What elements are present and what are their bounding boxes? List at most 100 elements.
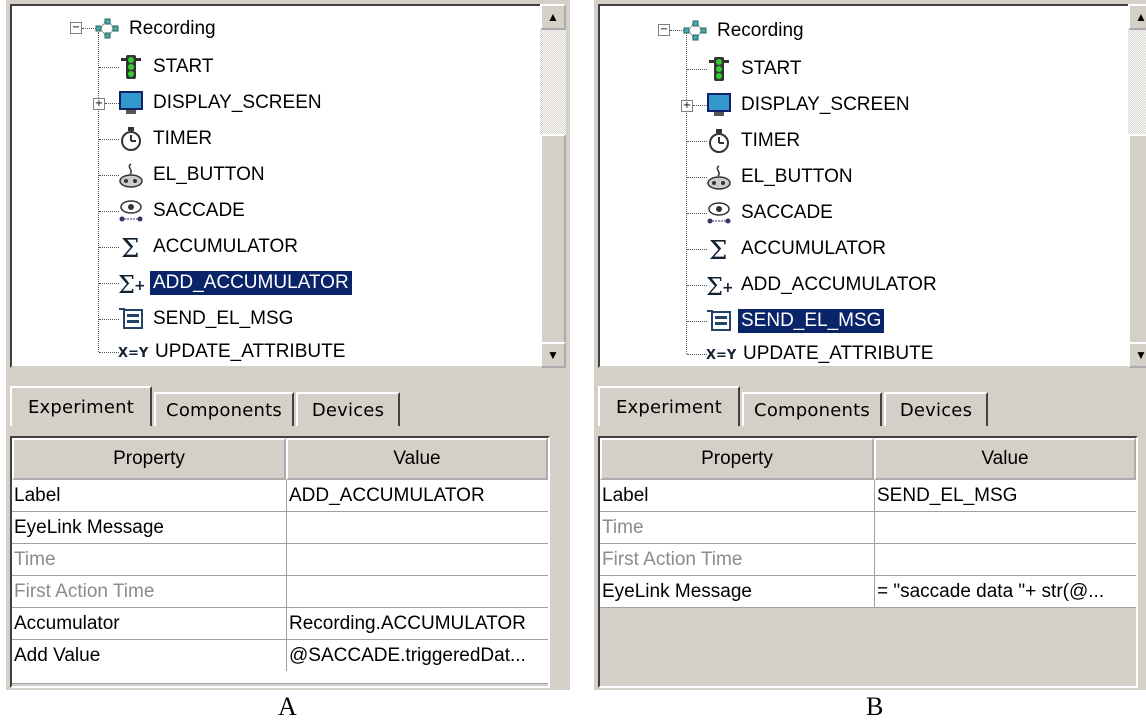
property-name: EyeLink Message [14, 517, 164, 538]
tab-components[interactable]: Components [154, 392, 294, 426]
tree-node-add-accumulator[interactable]: Σ+ ADD_ACCUMULATOR [118, 268, 353, 299]
property-value[interactable] [286, 544, 548, 575]
tab-devices[interactable]: Devices [296, 392, 400, 426]
tree-node-el-button[interactable]: EL_BUTTON [118, 160, 268, 190]
tab-experiment[interactable]: Experiment [10, 386, 152, 426]
property-row[interactable]: First Action Time [600, 544, 1136, 576]
tree-node-update-attribute[interactable]: X=Y UPDATE_ATTRIBUTE [706, 339, 936, 366]
tree-node-label: ACCUMULATOR [741, 238, 886, 259]
property-row[interactable]: Time [600, 512, 1136, 544]
caption-a: A [278, 692, 297, 721]
scroll-down-button[interactable]: ▼ [540, 342, 566, 368]
property-value[interactable] [286, 512, 548, 543]
sigma-plus-icon: Σ+ [118, 270, 146, 299]
scroll-thumb[interactable] [540, 134, 566, 344]
tree-node-label: Recording [717, 20, 804, 41]
tree-connector [687, 321, 707, 322]
property-value[interactable] [874, 544, 1136, 575]
property-row[interactable]: EyeLink Message [12, 512, 548, 544]
property-row[interactable]: Add Value @SACCADE.triggeredDat... [12, 640, 548, 684]
tree-connector [687, 285, 707, 286]
property-name: Label [14, 485, 61, 506]
tab-devices[interactable]: Devices [884, 392, 988, 426]
scroll-up-button[interactable]: ▲ [1128, 4, 1146, 30]
tree-node-label: START [153, 56, 214, 77]
property-name: First Action Time [602, 549, 743, 570]
property-name: Time [602, 517, 644, 538]
column-header-value[interactable]: Value [874, 438, 1136, 480]
tree-node-timer[interactable]: TIMER [118, 124, 215, 154]
column-header-value[interactable]: Value [286, 438, 548, 480]
scroll-up-button[interactable]: ▲ [540, 4, 566, 30]
saccade-icon [706, 200, 732, 226]
send-message-icon [706, 308, 732, 334]
tree-node-label: SACCADE [741, 202, 833, 223]
tree-node-saccade[interactable]: SACCADE [706, 198, 836, 228]
property-name: First Action Time [14, 581, 155, 602]
property-row[interactable]: First Action Time [12, 576, 548, 608]
tree-scrollbar[interactable]: ▲ ▼ [540, 4, 566, 368]
panel-a: − Recording START + DISPLAY_SCREEN TIMER [6, 0, 570, 690]
tree-connector [687, 354, 707, 355]
collapse-toggle[interactable]: − [70, 22, 82, 34]
tree-node-send-el-msg[interactable]: SEND_EL_MSG [118, 304, 296, 334]
tree-node-accumulator[interactable]: Σ ACCUMULATOR [118, 232, 301, 264]
el-button-icon [706, 164, 732, 190]
experiment-tree[interactable]: − Recording START + DISPLAY_SCREEN TIMER [10, 4, 542, 368]
tree-node-label: DISPLAY_SCREEN [741, 94, 910, 115]
tab-components[interactable]: Components [742, 392, 882, 426]
tab-experiment[interactable]: Experiment [598, 386, 740, 426]
sigma-icon: Σ [118, 234, 144, 264]
property-value[interactable]: @SACCADE.triggeredDat... [286, 640, 548, 671]
property-row[interactable]: Label ADD_ACCUMULATOR [12, 480, 548, 512]
tree-node-recording[interactable]: Recording [682, 16, 807, 46]
experiment-tree[interactable]: − Recording START + DISPLAY_SCREEN TIMER [598, 4, 1130, 368]
property-row[interactable]: EyeLink Message = "saccade data "+ str(@… [600, 576, 1136, 608]
property-row[interactable]: Label SEND_EL_MSG [600, 480, 1136, 512]
tree-scrollbar[interactable]: ▲ ▼ [1128, 4, 1146, 368]
property-name: Time [14, 549, 56, 570]
property-value[interactable]: = "saccade data "+ str(@... [874, 576, 1136, 607]
svg-text:Σ: Σ [709, 236, 727, 262]
property-value[interactable]: Recording.ACCUMULATOR [286, 608, 548, 639]
svg-text:X=Y: X=Y [118, 346, 149, 361]
property-name: Accumulator [14, 613, 120, 634]
tree-connector [99, 139, 119, 140]
tree-node-add-accumulator[interactable]: Σ+ ADD_ACCUMULATOR [706, 270, 940, 301]
scroll-down-button[interactable]: ▼ [1128, 342, 1146, 368]
collapse-toggle[interactable]: − [658, 24, 670, 36]
tree-node-label: SEND_EL_MSG [736, 308, 886, 334]
tree-node-accumulator[interactable]: Σ ACCUMULATOR [706, 234, 889, 266]
property-value[interactable]: ADD_ACCUMULATOR [286, 480, 548, 511]
expand-toggle[interactable]: + [93, 98, 105, 110]
property-row[interactable]: Time [12, 544, 548, 576]
tree-node-send-el-msg[interactable]: SEND_EL_MSG [706, 306, 886, 336]
tree-node-label: ADD_ACCUMULATOR [741, 274, 937, 295]
tree-node-el-button[interactable]: EL_BUTTON [706, 162, 856, 192]
timer-icon [706, 128, 732, 154]
scroll-thumb[interactable] [1128, 134, 1146, 344]
svg-text:+: + [134, 278, 144, 294]
svg-text:Σ: Σ [118, 271, 135, 296]
property-value[interactable] [286, 576, 548, 607]
property-grid: Property Value Label ADD_ACCUMULATOR Eye… [10, 436, 550, 688]
display-screen-icon [118, 90, 144, 116]
property-value[interactable]: SEND_EL_MSG [874, 480, 1136, 511]
column-header-property[interactable]: Property [12, 438, 286, 480]
tree-node-label: SACCADE [153, 200, 245, 221]
traffic-light-icon [118, 54, 144, 80]
property-row[interactable]: Accumulator Recording.ACCUMULATOR [12, 608, 548, 640]
column-header-property[interactable]: Property [600, 438, 874, 480]
tree-node-recording[interactable]: Recording [94, 14, 219, 44]
tree-node-timer[interactable]: TIMER [706, 126, 803, 156]
tree-node-display-screen[interactable]: DISPLAY_SCREEN [118, 88, 325, 118]
tree-node-display-screen[interactable]: DISPLAY_SCREEN [706, 90, 913, 120]
tree-node-start[interactable]: START [706, 54, 805, 84]
sequence-icon [94, 16, 120, 42]
tree-node-update-attribute[interactable]: X=Y UPDATE_ATTRIBUTE [118, 337, 348, 366]
tree-connector [105, 103, 119, 104]
tree-node-start[interactable]: START [118, 52, 217, 82]
expand-toggle[interactable]: + [681, 100, 693, 112]
property-value[interactable] [874, 512, 1136, 543]
tree-node-saccade[interactable]: SACCADE [118, 196, 248, 226]
